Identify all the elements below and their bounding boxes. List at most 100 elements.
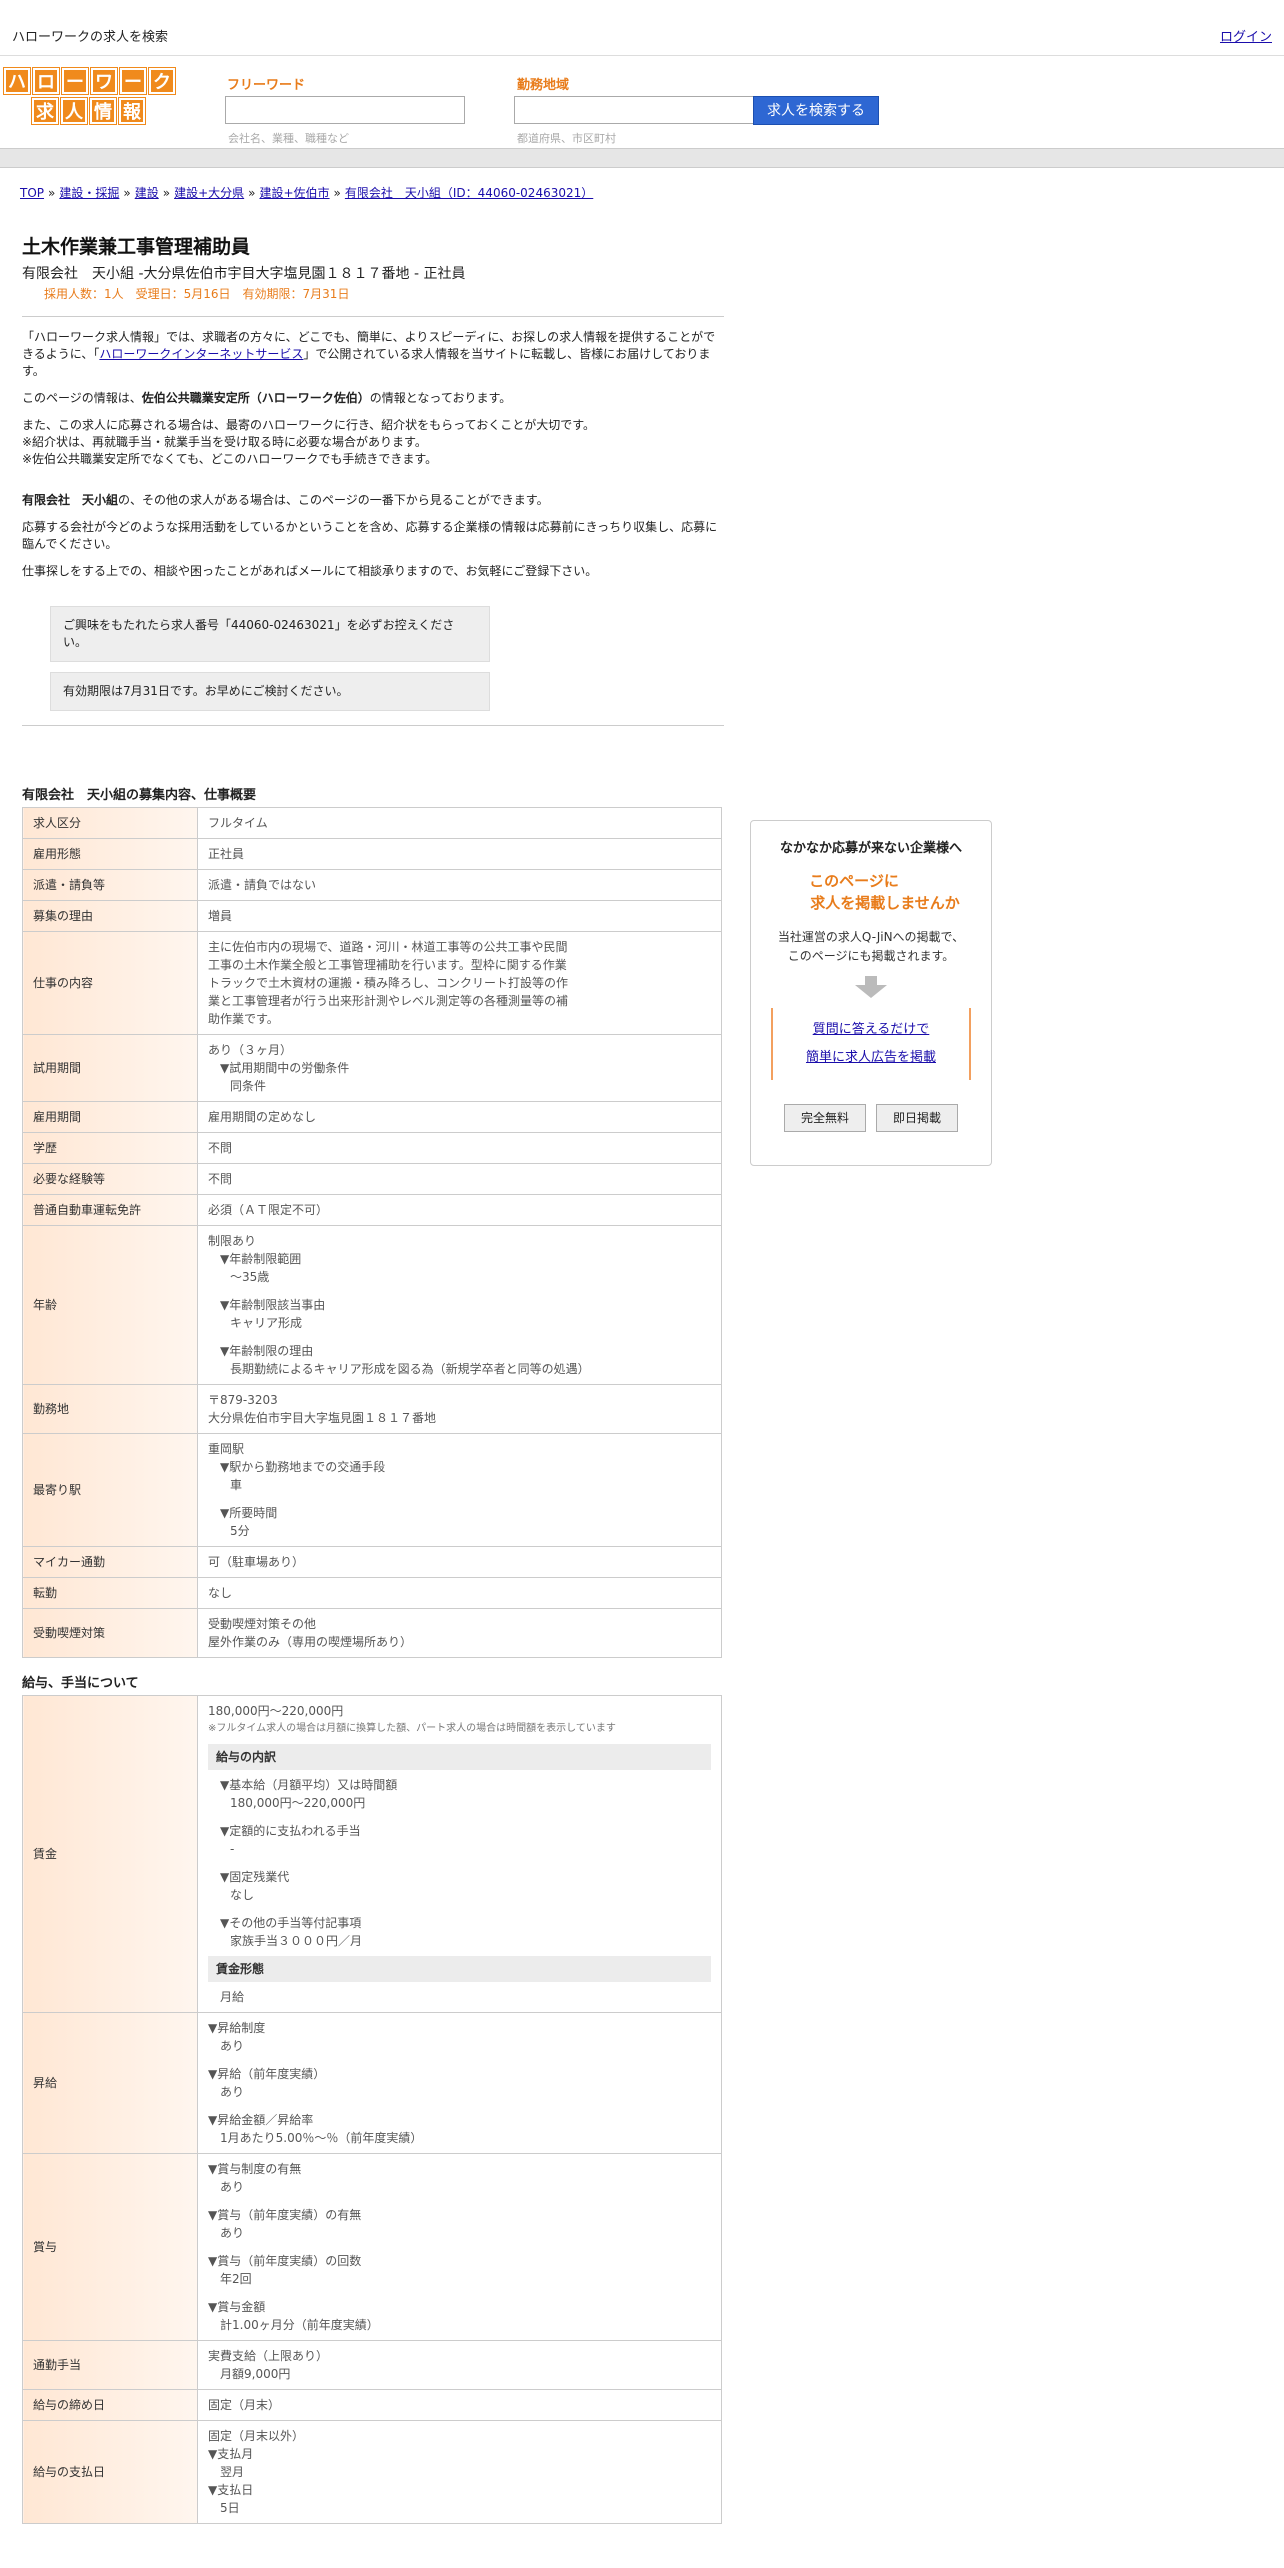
row-value: 可（駐車場あり） [197,1546,722,1578]
row-value: 不問 [197,1163,722,1195]
table-row: 給与の支払日 固定（月末以外） ▼支払月 翌月 ▼支払日 5日 [22,2420,722,2524]
search-button[interactable]: 求人を検索する [753,96,879,125]
same-day-button[interactable]: 即日掲載 [876,1104,958,1132]
row-key: 普通自動車運転免許 [22,1194,198,1226]
wage-note: ※フルタイム求人の場合は月額に換算した額、パート求人の場合は時間額を表示していま… [208,1723,616,1734]
referral-line: また、この求人に応募される場合は、最寄のハローワークに行き、紹介状をもらっておく… [22,418,596,432]
logo-char: 求 [31,97,59,125]
value-line: ▼昇給制度 [208,2021,266,2035]
row-value: 必須（ＡＴ限定不可） [197,1194,722,1226]
value-line: ▼昇給金額／昇給率 [208,2113,314,2127]
value-line: フルタイム [208,816,268,830]
hellowork-logo[interactable]: ハ ロ ー ワ ー ク 求 人 情 報 [3,67,180,125]
table-row: 普通自動車運転免許 必須（ＡＴ限定不可） [22,1194,722,1226]
down-arrow-icon [855,976,887,998]
value-line: ▼支払月 [208,2447,254,2461]
area-input[interactable] [514,96,754,124]
value-line: 重岡駅 [208,1442,245,1456]
hellowork-internet-service-link[interactable]: ハローワークインターネットサービス [99,347,303,361]
wage-amount: 180,000円〜220,000円 [208,1704,344,1718]
value-line: - [230,1842,235,1856]
breadcrumb-company[interactable]: 有限会社 天小組（ID：44060-02463021） [345,186,593,200]
row-value: あり（３ヶ月） ▼試用期間中の労働条件 同条件 [197,1034,722,1102]
area-label: 勤務地域 [517,78,570,93]
table-row: 試用期間 あり（３ヶ月） ▼試用期間中の労働条件 同条件 [22,1034,722,1102]
row-key: 試用期間 [22,1034,198,1102]
value-line: 助作業です。 [208,1012,279,1026]
row-value: 不問 [197,1132,722,1164]
row-value: ▼昇給制度 あり ▼昇給（前年度実績） あり ▼昇給金額／昇給率 1月あたり5.00％〜％… [197,2012,722,2154]
row-value: 正社員 [197,838,722,870]
row-value: 重岡駅 ▼駅から勤務地までの交通手段車 ▼所要時間 5分 [197,1433,722,1547]
row-key: 雇用期間 [22,1101,198,1133]
table-row: 年齢 制限あり ▼年齢制限範囲 〜35歳 ▼年齢制限該当事由 キャリア形成 ▼年齢制限の理由… [22,1225,722,1385]
salary-title: 給与、手当について [22,1676,139,1691]
row-key: 仕事の内容 [22,931,198,1035]
table-row: 雇用形態 正社員 [22,838,722,870]
value-line: ▼年齢制限該当事由 [220,1298,326,1312]
source-office: 佐伯公共職業安定所（ハローワーク佐伯） [141,391,370,405]
area-hint: 都道府県、市区町村 [517,132,616,145]
value-line: あり [220,2085,245,2099]
logo-char: 人 [60,97,88,125]
row-value: フルタイム [197,807,722,839]
side-ad-link-post[interactable]: 簡単に求人広告を掲載 [806,1050,936,1065]
value-line: ▼その他の手当等付記事項 [220,1916,362,1930]
source-paragraph: このページの情報は、佐伯公共職業安定所（ハローワーク佐伯）の情報となっております… [22,390,724,407]
value-line: ▼駅から勤務地までの交通手段 [220,1460,386,1474]
row-value: 180,000円〜220,000円 ※フルタイム求人の場合は月額に換算した額、パ… [197,1695,722,2013]
value-line: 5分 [230,1524,250,1538]
value-line: 雇用期間の定めなし [208,1110,317,1124]
logo-char: ハ [3,67,31,95]
row-value: 雇用期間の定めなし [197,1101,722,1133]
table-row: 求人区分 フルタイム [22,807,722,839]
value-line: 計1.00ヶ月分（前年度実績） [220,2318,379,2332]
breadcrumb-construction[interactable]: 建設 [135,186,159,200]
wage-form: 月給 [220,1990,245,2004]
value-line: あり（３ヶ月） [208,1043,293,1057]
value-line: 増員 [208,909,233,923]
table-row: 最寄り駅 重岡駅 ▼駅から勤務地までの交通手段車 ▼所要時間 5分 [22,1433,722,1547]
row-value: 増員 [197,900,722,932]
free-button[interactable]: 完全無料 [784,1104,866,1132]
side-ad-link-answer[interactable]: 質問に答えるだけで [813,1022,930,1037]
breadcrumb: TOP» 建設・採掘» 建設» 建設+大分県» 建設+佐伯市» 有限会社 天小組（ID：4… [20,186,594,200]
row-key: 派遣・請負等 [22,869,198,901]
logo-char: 情 [89,97,117,125]
value-line: ▼賞与（前年度実績）の回数 [208,2254,362,2268]
advice-paragraph: 応募する会社が今どのような採用活動をしているかということを含め、応募する企業様の… [22,520,718,551]
row-key: 募集の理由 [22,900,198,932]
table-row: 勤務地 〒879-3203 大分県佐伯市宇目大字塩見園１８１７番地 [22,1384,722,1434]
row-value: 派遣・請負ではない [197,869,722,901]
expiry-notice: 有効期限は7月31日です。お早めにご検討ください。 [50,672,490,711]
value-line: 車 [230,1478,243,1492]
table-row: 昇給 ▼昇給制度 あり ▼昇給（前年度実績） あり ▼昇給金額／昇給率 1月あたり5.00… [22,2012,722,2154]
breadcrumb-construction-mining[interactable]: 建設・採掘 [59,186,119,200]
side-ad-text: 当社運営の求人Q-JiNへの掲載で、 このページにも掲載されます。 [751,928,991,966]
value-line: 屋外作業のみ（専用の喫煙場所あり） [208,1635,413,1649]
value-line: 不問 [208,1141,233,1155]
value-line: ▼年齢制限範囲 [220,1252,302,1266]
logo-char: ー [61,67,89,95]
row-key: 勤務地 [22,1384,198,1434]
value-line: 工事の土木作業全般と工事管理補助を行います。型枠に関する作業 [208,958,567,972]
breadcrumb-top[interactable]: TOP [20,186,44,200]
value-line: 同条件 [230,1079,267,1093]
side-ad: なかなか応募が来ない企業様へ このページに 求人を掲載しませんか 当社運営の求人… [750,820,992,1166]
row-key: 給与の締め日 [22,2389,198,2421]
freeword-input[interactable] [225,96,465,124]
value-line: 派遣・請負ではない [208,878,317,892]
breadcrumb-construction-saiki[interactable]: 建設+佐伯市 [259,186,329,200]
value-line: ▼基本給（月額平均）又は時間額 [220,1778,398,1792]
source-text: このページの情報は、 [22,391,142,405]
login-link[interactable]: ログイン [1220,26,1272,45]
site-title[interactable]: ハローワークの求人を検索 [12,26,168,45]
value-line: ▼賞与制度の有無 [208,2162,302,2176]
row-value: 固定（月末以外） ▼支払月 翌月 ▼支払日 5日 [197,2420,722,2524]
value-line: 必須（ＡＴ限定不可） [208,1203,329,1217]
breadcrumb-construction-oita[interactable]: 建設+大分県 [174,186,244,200]
value-line: 固定（月末以外） [208,2429,305,2443]
row-value: 実費支給（上限あり） 月額9,000円 [197,2340,722,2390]
side-ad-links: 質問に答えるだけで 簡単に求人広告を掲載 [771,1008,971,1080]
value-line: 主に佐伯市内の現場で、道路・河川・林道工事等の公共工事や民間 [208,940,568,954]
